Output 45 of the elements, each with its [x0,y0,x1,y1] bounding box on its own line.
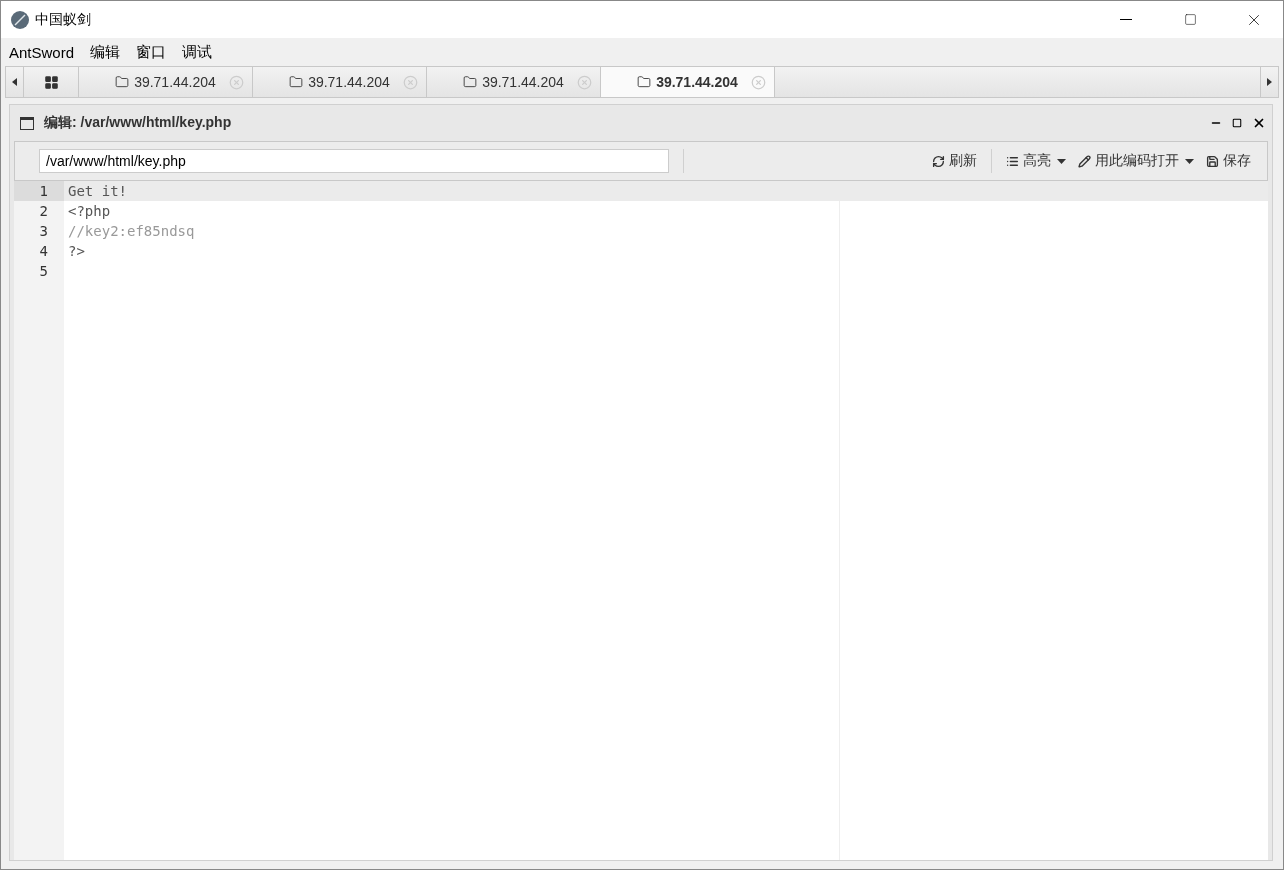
code-line: <?php [67,202,112,221]
window-icon [20,116,34,130]
panel-title: 编辑: /var/www/html/key.php [44,114,233,132]
code-line: //key2:ef85ndsq [67,222,196,241]
close-tab-icon[interactable] [403,74,418,90]
refresh-icon [932,154,945,168]
line-number: 3 [38,222,49,241]
line-number: 2 [38,202,49,221]
folder-icon [289,75,304,89]
grid-icon [43,74,59,90]
path-field[interactable]: /var/www/html/key.php [39,149,669,173]
menu-item[interactable]: 窗口 [136,42,167,62]
close-tab-icon[interactable] [229,74,244,90]
minimize-icon [1120,19,1132,20]
pencil-icon [1078,154,1091,168]
close-tab-icon[interactable] [577,74,592,90]
caret-icon [1185,158,1194,164]
folder-icon [463,75,478,89]
menu-item[interactable]: 调试 [182,42,213,62]
code-line: ?> [67,242,86,261]
app-logo-icon [11,10,29,29]
tab[interactable]: 39.71.44.204 [601,67,775,97]
menu-item[interactable]: AntSword [9,43,75,61]
line-number: 4 [38,242,49,261]
tab[interactable]: 39.71.44.204 [253,67,427,97]
close-tab-icon[interactable] [751,74,766,90]
toolbar-button[interactable]: 用此编码打开 [1072,152,1200,170]
toolbar-button[interactable]: 高亮 [1000,152,1072,170]
close-icon[interactable] [1252,116,1266,130]
restore-icon[interactable] [1232,118,1242,128]
right-arrow-icon [1267,78,1272,86]
maximize-icon [1183,13,1197,26]
toolbar-button[interactable]: 刷新 [926,152,983,170]
menu-item[interactable]: 编辑 [90,42,121,62]
save-icon [1206,154,1219,168]
window-title: 中国蚁剑 [35,10,92,29]
tab[interactable]: 39.71.44.204 [79,67,253,97]
list-icon [1006,154,1019,168]
toolbar-button[interactable]: 保存 [1200,152,1257,170]
left-arrow-icon [12,78,17,86]
line-number: 5 [38,262,49,281]
line-number: 1 [14,181,64,201]
folder-icon [637,75,652,89]
caret-icon [1057,158,1066,164]
folder-icon [115,75,130,89]
